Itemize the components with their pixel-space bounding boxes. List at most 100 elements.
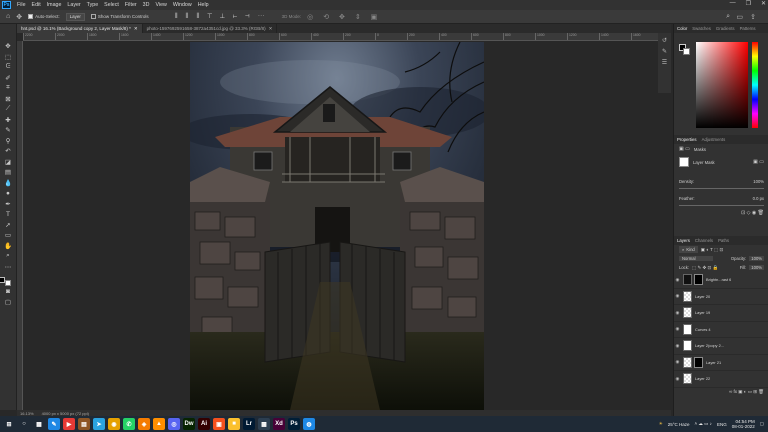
close-tab-icon[interactable]: ✕ bbox=[269, 26, 273, 32]
tray-icons[interactable]: ˄ ☁ ▭ ♪ bbox=[695, 421, 712, 427]
density-slider[interactable] bbox=[679, 188, 764, 189]
taskbar-app-icon[interactable]: ▩ bbox=[258, 418, 270, 430]
taskbar-app-icon[interactable]: Ai bbox=[198, 418, 210, 430]
auto-select-option[interactable]: Auto-Select: bbox=[28, 14, 60, 19]
align-icons[interactable]: ⫴ ⫴ ⫴ ⊤ ⊥ ⊢ ⊣ ⋯ bbox=[175, 13, 268, 21]
document-canvas[interactable] bbox=[190, 42, 484, 410]
healing-brush-tool-icon[interactable]: ✚ bbox=[3, 116, 14, 125]
color-picker-field[interactable] bbox=[696, 42, 748, 128]
taskbar-app-icon[interactable]: ▣ bbox=[213, 418, 225, 430]
mask-action-icons[interactable]: ⊡ ◇ ◉ 🗑 bbox=[741, 210, 764, 216]
screen-mode-icon[interactable]: ▢ bbox=[3, 298, 14, 307]
transform-controls-checkbox[interactable] bbox=[90, 14, 96, 19]
taskbar-app-icon[interactable]: Dw bbox=[183, 418, 195, 430]
lock-icons[interactable]: ⬚ ✎ ✥ ⊡ 🔒 bbox=[692, 265, 718, 271]
pixel-mask-icon[interactable]: ▣ ▭ bbox=[753, 159, 764, 165]
more-tools-icon[interactable]: ⋯ bbox=[3, 263, 14, 272]
layer-row[interactable]: ◉ Layer 2(copy 2... bbox=[674, 338, 768, 355]
clone-stamp-tool-icon[interactable]: ⚲ bbox=[3, 137, 14, 146]
menu-item-help[interactable]: Help bbox=[195, 2, 212, 8]
document-tab[interactable]: hnt.psd @ 16.1% (Background copy 2, Laye… bbox=[17, 24, 143, 33]
layer-mask-thumbnail[interactable] bbox=[694, 274, 703, 286]
move-tool-icon[interactable]: ✥ bbox=[16, 13, 22, 21]
taskbar-app-icon[interactable]: ➤ bbox=[93, 418, 105, 430]
color-tab-color[interactable]: Color bbox=[677, 26, 687, 31]
maximize-icon[interactable]: ❐ bbox=[746, 0, 751, 7]
taskbar-app-icon[interactable]: ○ bbox=[18, 418, 30, 430]
adjustments-panel-icon[interactable]: ☰ bbox=[662, 59, 667, 66]
taskbar-app-icon[interactable]: ▦ bbox=[33, 418, 45, 430]
clock[interactable]: 04:54 PM 08-01-2022 bbox=[732, 419, 755, 430]
taskbar-app-icon[interactable]: ◉ bbox=[108, 418, 120, 430]
notification-icon[interactable]: ▢ bbox=[760, 421, 764, 427]
color-tab-gradients[interactable]: Gradients bbox=[716, 26, 735, 31]
brush-settings-icon[interactable]: ✎ bbox=[662, 48, 667, 55]
menu-item-layer[interactable]: Layer bbox=[64, 2, 83, 8]
filter-icons[interactable]: ▣ ◐ T ⬚ ⊡ bbox=[701, 247, 724, 253]
marquee-tool-icon[interactable]: ⬚ bbox=[3, 53, 14, 62]
history-brush-tool-icon[interactable]: ↶ bbox=[3, 147, 14, 156]
menu-item-3d[interactable]: 3D bbox=[140, 2, 153, 8]
layer-row[interactable]: ◉ Layer 22 bbox=[674, 371, 768, 388]
history-panel-icon[interactable]: ↺ bbox=[662, 37, 667, 44]
visibility-eye-icon[interactable]: ◉ bbox=[674, 359, 681, 365]
menu-item-select[interactable]: Select bbox=[101, 2, 122, 8]
taskbar-app-icon[interactable]: Xd bbox=[273, 418, 285, 430]
color-tab-swatches[interactable]: Swatches bbox=[692, 26, 711, 31]
taskbar-app-icon[interactable]: ⊞ bbox=[3, 418, 15, 430]
layer-row[interactable]: ◉ Curves 4 bbox=[674, 322, 768, 338]
visibility-eye-icon[interactable]: ◉ bbox=[674, 326, 681, 332]
menu-item-file[interactable]: File bbox=[14, 2, 29, 8]
search-icon[interactable]: ⌕ bbox=[726, 13, 730, 21]
opacity-value[interactable]: 100% bbox=[749, 256, 764, 261]
taskbar-app-icon[interactable]: ◎ bbox=[168, 418, 180, 430]
taskbar-app-icon[interactable]: ▶ bbox=[63, 418, 75, 430]
layer-row[interactable]: ◉ Layer 21 bbox=[674, 355, 768, 371]
move-tool-icon[interactable]: ✥ bbox=[3, 42, 14, 51]
background-color-chip[interactable] bbox=[683, 48, 690, 55]
layers-tab-channels[interactable]: Channels bbox=[695, 238, 713, 243]
properties-tab-adjustments[interactable]: Adjustments bbox=[702, 137, 726, 142]
auto-select-dropdown[interactable]: Layer bbox=[65, 12, 85, 21]
quick-select-tool-icon[interactable]: ✐ bbox=[3, 74, 14, 83]
language-indicator[interactable]: ENG bbox=[717, 422, 727, 427]
pen-tool-icon[interactable]: ✒ bbox=[3, 200, 14, 209]
eraser-tool-icon[interactable]: ◪ bbox=[3, 158, 14, 167]
fill-value[interactable]: 100% bbox=[749, 265, 764, 270]
taskbar-app-icon[interactable]: Ps bbox=[288, 418, 300, 430]
zoom-readout[interactable]: 16.13% bbox=[20, 411, 34, 416]
visibility-eye-icon[interactable]: ◉ bbox=[674, 343, 681, 349]
transform-controls-option[interactable]: Show Transform Controls bbox=[90, 14, 149, 19]
layers-tab-layers[interactable]: Layers bbox=[677, 238, 690, 243]
rectangle-tool-icon[interactable]: ▭ bbox=[3, 231, 14, 240]
density-value[interactable]: 100% bbox=[753, 179, 764, 184]
taskbar-app-icon[interactable]: Lr bbox=[243, 418, 255, 430]
menu-item-window[interactable]: Window bbox=[170, 2, 195, 8]
taskbar-app-icon[interactable]: ▲ bbox=[153, 418, 165, 430]
feather-slider[interactable] bbox=[679, 205, 764, 206]
close-icon[interactable]: ✕ bbox=[761, 0, 766, 7]
taskbar-app-icon[interactable]: ✎ bbox=[48, 418, 60, 430]
share-icon[interactable]: ⇪ bbox=[750, 13, 756, 21]
properties-tab-properties[interactable]: Properties bbox=[677, 137, 697, 142]
visibility-eye-icon[interactable]: ◉ bbox=[674, 277, 681, 283]
taskbar-app-icon[interactable]: ◍ bbox=[303, 418, 315, 430]
visibility-eye-icon[interactable]: ◉ bbox=[674, 293, 681, 299]
weather-text[interactable]: 25°C Haze bbox=[668, 422, 690, 427]
layer-row[interactable]: ◉ Brightn...rast 6 bbox=[674, 272, 768, 289]
menu-item-filter[interactable]: Filter bbox=[122, 2, 140, 8]
layer-mask-thumbnail[interactable] bbox=[694, 356, 703, 368]
document-tab[interactable]: photo-1597692591658-3872a4351cd.jpg @ 33… bbox=[143, 24, 278, 33]
layer-row[interactable]: ◉ Layer 20 bbox=[674, 289, 768, 305]
minimize-icon[interactable]: — bbox=[730, 0, 736, 7]
dodge-tool-icon[interactable]: ● bbox=[3, 189, 14, 198]
menu-item-type[interactable]: Type bbox=[84, 2, 101, 8]
auto-select-checkbox[interactable] bbox=[28, 14, 34, 19]
workspace-icon[interactable]: ▭ bbox=[736, 13, 743, 21]
taskbar-app-icon[interactable]: ▤ bbox=[78, 418, 90, 430]
photoshop-logo-icon[interactable]: Ps bbox=[2, 1, 11, 9]
crop-tool-icon[interactable]: ⌗ bbox=[3, 84, 14, 93]
color-tab-patterns[interactable]: Patterns bbox=[740, 26, 756, 31]
zoom-tool-icon[interactable]: ⌕ bbox=[3, 252, 14, 261]
layers-tab-paths[interactable]: Paths bbox=[718, 238, 729, 243]
